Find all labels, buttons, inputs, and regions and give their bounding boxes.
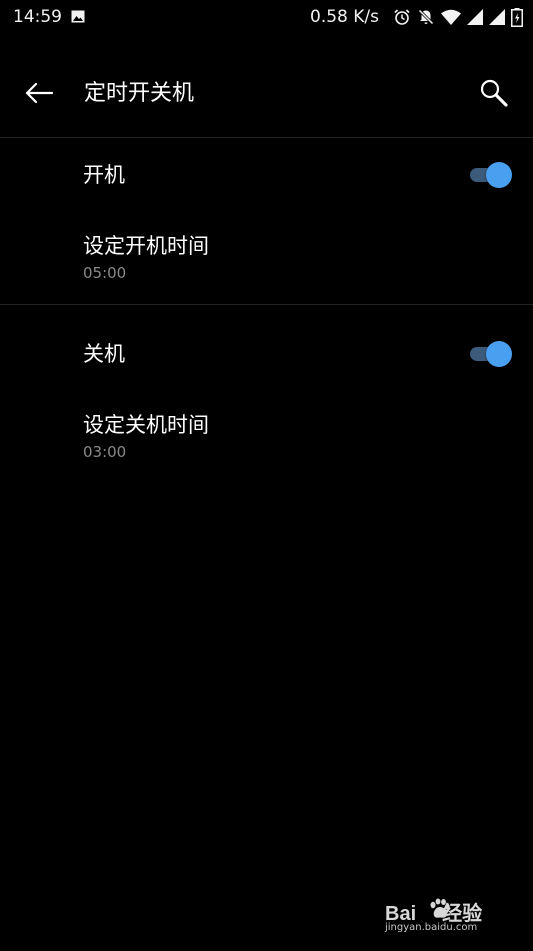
toggle-thumb bbox=[486, 162, 512, 188]
search-button[interactable] bbox=[475, 74, 513, 112]
back-button[interactable] bbox=[20, 74, 58, 112]
power-off-row[interactable]: 关机 bbox=[0, 305, 533, 391]
search-icon bbox=[480, 79, 508, 107]
page-title: 定时开关机 bbox=[84, 81, 195, 106]
signal-icon bbox=[467, 9, 483, 25]
power-on-label: 开机 bbox=[83, 163, 125, 187]
gallery-icon bbox=[71, 10, 85, 23]
power-on-time-label: 设定开机时间 bbox=[83, 234, 209, 258]
power-on-row[interactable]: 开机 bbox=[0, 138, 533, 212]
power-off-label: 关机 bbox=[83, 342, 125, 366]
bell-off-icon bbox=[418, 9, 434, 25]
power-on-time-value: 05:00 bbox=[83, 264, 127, 282]
alarm-icon bbox=[394, 9, 410, 25]
toggle-thumb bbox=[486, 341, 512, 367]
power-on-time-row[interactable]: 设定开机时间 05:00 bbox=[0, 212, 533, 304]
status-time: 14:59 bbox=[13, 7, 62, 27]
baidu-jingyan-watermark: Bai 经验 jingyan.baidu.com bbox=[385, 897, 505, 937]
battery-icon bbox=[511, 7, 523, 27]
status-right: 0.58 K/s bbox=[310, 6, 523, 28]
app-bar: 定时开关机 bbox=[0, 52, 533, 136]
paw-logo-icon bbox=[430, 898, 450, 918]
status-bar: 14:59 0.58 K/s bbox=[0, 0, 533, 34]
power-off-time-value: 03:00 bbox=[83, 443, 127, 461]
signal-icon bbox=[489, 9, 505, 25]
power-off-time-label: 设定关机时间 bbox=[83, 413, 209, 437]
wifi-icon bbox=[441, 9, 461, 25]
network-speed: 0.58 K/s bbox=[310, 7, 379, 27]
arrow-left-icon bbox=[25, 82, 53, 104]
power-on-toggle[interactable] bbox=[468, 161, 514, 189]
power-off-time-row[interactable]: 设定关机时间 03:00 bbox=[0, 391, 533, 481]
power-off-toggle[interactable] bbox=[468, 340, 514, 368]
watermark-url: jingyan.baidu.com bbox=[385, 922, 478, 933]
